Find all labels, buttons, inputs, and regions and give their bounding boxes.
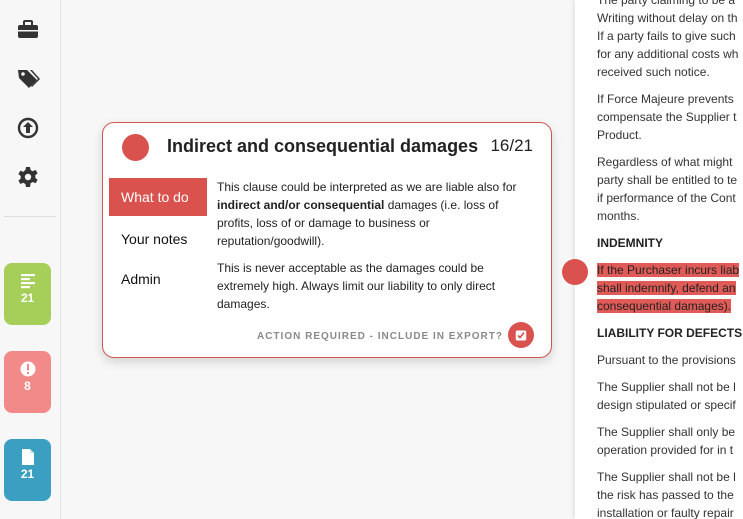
document-paragraph: Pursuant to the provisions — [597, 353, 736, 367]
document-paragraph: The Supplier shall not be l the risk has … — [597, 470, 736, 519]
document-paragraph: The Supplier shall not be l design stipul… — [597, 380, 736, 412]
export-prompt: ACTION REQUIRED - INCLUDE IN EXPORT? — [256, 331, 503, 342]
sidebar: 21 8 21 — [0, 0, 61, 519]
tab-what-to-do[interactable]: What to do — [109, 178, 207, 216]
guidance-text: This clause could be interpreted as we a… — [217, 178, 533, 322]
section-heading-liability: LIABILITY FOR DEFECTS — [597, 326, 743, 340]
document-paragraph: The Supplier shall only be operation prov… — [597, 425, 736, 457]
briefcase-icon[interactable] — [16, 18, 40, 42]
guidance-paragraph-1: This clause could be interpreted as we a… — [217, 180, 517, 248]
sidebar-divider — [4, 216, 56, 217]
documents-count: 21 — [20, 467, 35, 481]
align-left-icon — [20, 274, 35, 289]
alerts-count: 8 — [24, 379, 31, 393]
tab-your-notes[interactable]: Your notes — [109, 220, 207, 258]
card-title: Indirect and consequential damages — [167, 136, 479, 156]
alerts-count-tile[interactable]: 8 — [4, 351, 51, 413]
clause-marker[interactable] — [562, 259, 588, 285]
contract-document: The party claiming to be a Writing withou… — [575, 0, 743, 519]
guidance-paragraph-2: This is never acceptable as the damages … — [217, 261, 496, 311]
checkbox-icon — [515, 330, 527, 341]
section-heading-indemnity: INDEMNITY — [597, 236, 663, 250]
tab-admin[interactable]: Admin — [109, 260, 207, 298]
issues-count-tile[interactable]: 21 — [4, 263, 51, 325]
severity-indicator — [122, 134, 149, 161]
exclamation-icon — [20, 361, 35, 377]
include-in-export-button[interactable] — [508, 322, 534, 348]
document-paragraph: If Force Majeure prevents compensate the … — [597, 92, 737, 142]
gear-icon[interactable] — [16, 165, 40, 189]
highlighted-clause: If the Purchaser incurs liab shall indemn… — [597, 263, 740, 313]
upload-icon[interactable] — [16, 116, 40, 140]
tags-icon[interactable] — [16, 67, 40, 91]
issue-card: Indirect and consequential damages 16/21… — [102, 122, 552, 358]
document-paragraph: Regardless of what might party shall be e… — [597, 155, 738, 223]
document-paragraph: The party claiming to be a Writing withou… — [597, 0, 739, 79]
issue-counter: 16/21 — [490, 136, 533, 155]
document-icon — [21, 449, 34, 465]
issues-count: 21 — [20, 291, 35, 305]
documents-count-tile[interactable]: 21 — [4, 439, 51, 501]
